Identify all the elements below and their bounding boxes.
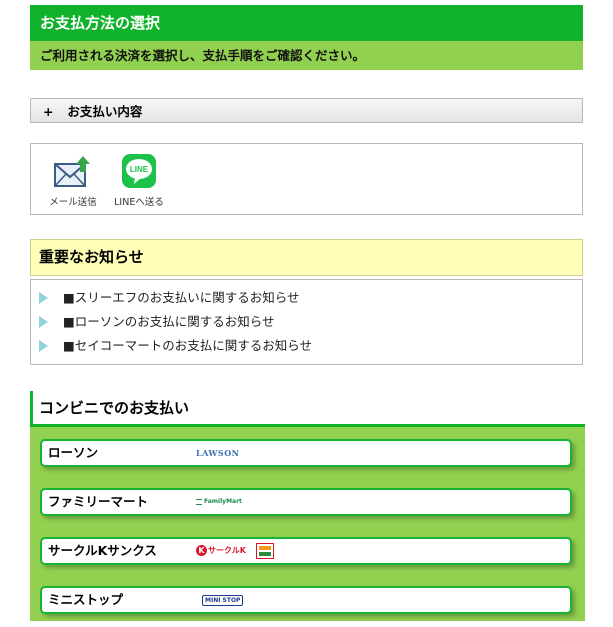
plus-icon: + — [43, 104, 54, 119]
lawson-logo-text: LAWSON — [196, 448, 240, 458]
store-name: サークルKサンクス — [48, 543, 157, 558]
store-button-circlek-sunkus[interactable]: サークルKサンクス K サークルK — [40, 537, 572, 565]
sunkus-logo-icon — [255, 543, 274, 559]
familymart-logo-mark: FamilyMart — [196, 490, 242, 514]
line-icon-text: LINE — [130, 165, 149, 174]
triangle-bullet-icon — [39, 316, 48, 328]
triangle-bullet-icon — [39, 292, 48, 304]
notice-title: 重要なお知らせ — [30, 239, 583, 276]
circlek-sunkus-logo: K サークルK — [196, 539, 274, 563]
convenience-store-list: ローソン LAWSON ファミリーマート FamilyMart サークルKサンク… — [30, 427, 585, 621]
line-send-button[interactable]: LINE LINEへ送る — [107, 154, 171, 208]
payment-details-toggle[interactable]: + お支払い内容 — [30, 98, 583, 123]
notice-link[interactable]: ■セイコーマートのお支払に関するお知らせ — [63, 338, 312, 353]
payment-page: お支払方法の選択 ご利用される決済を選択し、支払手順をご確認ください。 + お支… — [30, 0, 585, 621]
share-box: メール送信 LINE LINEへ送る — [30, 143, 583, 215]
mail-icon — [54, 156, 90, 187]
store-button-lawson[interactable]: ローソン LAWSON — [40, 439, 572, 467]
store-name: ファミリーマート — [48, 494, 149, 509]
store-button-familymart[interactable]: ファミリーマート FamilyMart — [40, 488, 572, 516]
mail-send-button[interactable]: メール送信 — [47, 154, 99, 208]
line-icon: LINE — [122, 154, 156, 188]
notice-link[interactable]: ■スリーエフのお支払いに関するお知らせ — [63, 290, 300, 305]
circlek-logo-text: サークルK — [208, 546, 246, 555]
familymart-logo: FamilyMart — [196, 490, 242, 514]
familymart-logo-text: FamilyMart — [204, 498, 242, 505]
circlek-logo-mark: K サークルK — [196, 539, 246, 563]
store-button-ministop[interactable]: ミニストップ MINI STOP — [40, 586, 572, 614]
notice-item[interactable]: ■ローソンのお支払に関するお知らせ — [31, 310, 582, 334]
ministop-logo: MINI STOP — [202, 588, 244, 612]
mail-send-label: メール送信 — [49, 197, 97, 208]
store-name: ローソン — [48, 445, 99, 460]
notice-link[interactable]: ■ローソンのお支払に関するお知らせ — [63, 314, 275, 329]
triangle-bullet-icon — [39, 340, 48, 352]
payment-details-label: お支払い内容 — [67, 104, 143, 119]
line-send-label: LINEへ送る — [114, 197, 164, 208]
store-name: ミニストップ — [48, 592, 124, 607]
ministop-logo-text: MINI STOP — [202, 594, 244, 606]
notice-list: ■スリーエフのお支払いに関するお知らせ ■ローソンのお支払に関するお知らせ ■セ… — [30, 279, 583, 365]
convenience-title: コンビニでのお支払い — [30, 391, 585, 427]
notice-item[interactable]: ■スリーエフのお支払いに関するお知らせ — [31, 286, 582, 310]
page-title: お支払方法の選択 — [30, 5, 583, 41]
notice-item[interactable]: ■セイコーマートのお支払に関するお知らせ — [31, 334, 582, 358]
lawson-logo: LAWSON — [196, 441, 239, 465]
page-subtitle: ご利用される決済を選択し、支払手順をご確認ください。 — [30, 41, 583, 70]
